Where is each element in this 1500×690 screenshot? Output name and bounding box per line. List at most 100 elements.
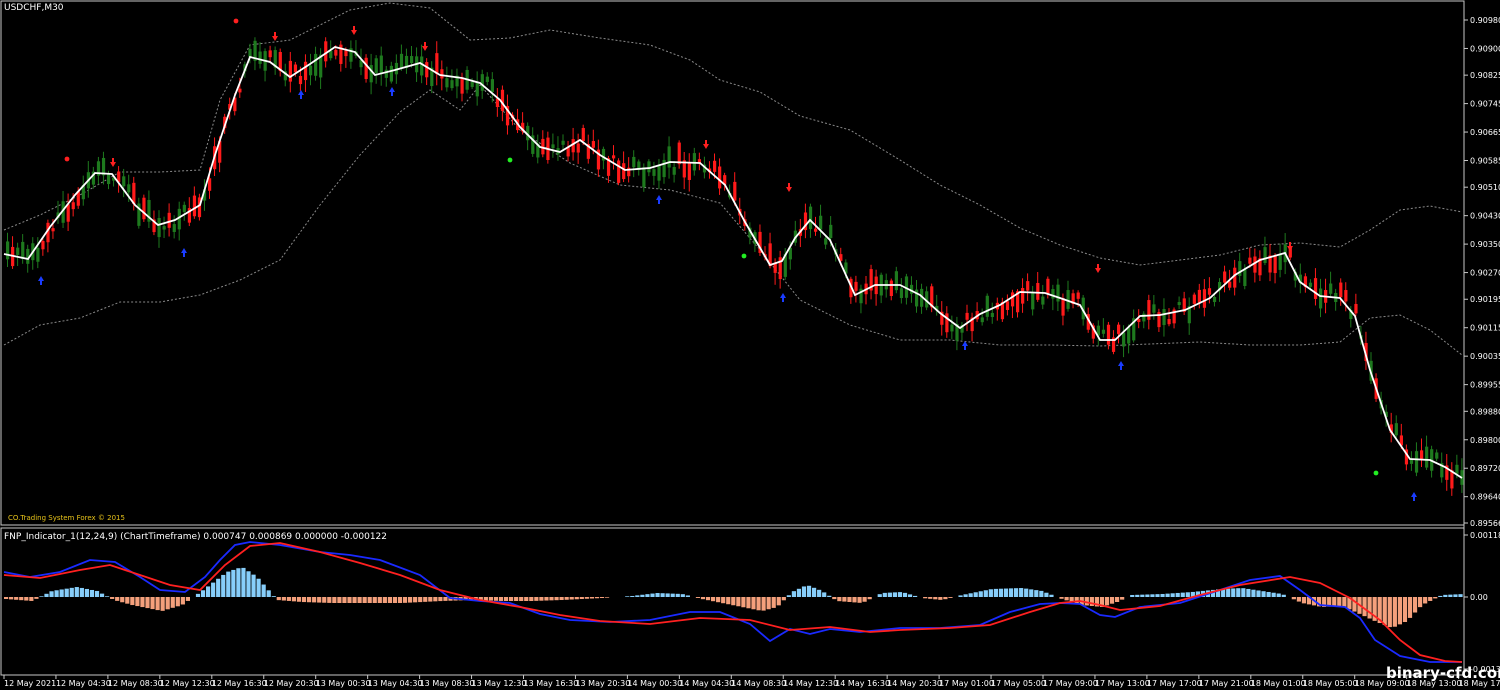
histogram-bar [827, 595, 832, 597]
histogram-bar [837, 597, 842, 602]
histogram-bar [584, 597, 589, 599]
price-tick-label: 0.89880 [1470, 407, 1500, 416]
candle-body [1273, 256, 1277, 274]
histogram-bar [24, 597, 29, 601]
histogram-bar [402, 597, 408, 603]
candle-body [980, 317, 984, 323]
histogram-bar [736, 597, 741, 607]
histogram-bar [206, 586, 211, 597]
histogram-bar [680, 594, 685, 597]
candle-body [990, 312, 994, 318]
histogram-bar [39, 596, 44, 597]
candle-body [814, 228, 818, 232]
histogram-bar [372, 597, 377, 603]
sell-arrow-icon [272, 32, 278, 41]
price-tick-label: 0.90665 [1470, 128, 1500, 137]
histogram-bar [1034, 590, 1039, 597]
histogram-bar [943, 597, 948, 600]
histogram-bar [14, 597, 19, 600]
histogram-bar [1019, 588, 1024, 597]
histogram-bar [695, 597, 701, 598]
histogram-bar [958, 595, 963, 597]
histogram-bar [1382, 597, 1387, 626]
candle-body [950, 324, 954, 332]
time-tick-label: 17 May 17:00 [1147, 679, 1202, 688]
histogram-bar [327, 597, 332, 603]
buy-arrow-icon [656, 195, 662, 204]
candlesticks [6, 37, 1464, 496]
candle-body [182, 204, 186, 212]
buy-arrow-icon [1118, 361, 1124, 370]
histogram-bar [130, 597, 135, 606]
histogram-bar [312, 597, 317, 603]
histogram-bar [519, 597, 524, 601]
candle-body [268, 50, 272, 58]
histogram-bar [968, 593, 973, 597]
candle-body [1152, 304, 1156, 313]
histogram-bar [125, 597, 130, 604]
histogram-bar [887, 592, 892, 597]
histogram-bar [322, 597, 327, 603]
time-tick-label: 17 May 13:00 [1095, 679, 1150, 688]
histogram-bar [1397, 597, 1402, 625]
time-tick-label: 14 May 08:30 [731, 679, 786, 688]
time-tick-label: 14 May 04:30 [679, 679, 734, 688]
histogram-bar [332, 597, 337, 603]
histogram-bar [1448, 594, 1453, 597]
candle-body [16, 247, 20, 255]
time-tick-label: 14 May 00:30 [627, 679, 682, 688]
histogram-bar [1145, 594, 1150, 597]
price-tick-label: 0.90430 [1470, 212, 1500, 221]
sell-arrow-icon [786, 183, 792, 192]
candle-body [460, 77, 464, 94]
candle-body [642, 167, 646, 188]
candle-body [1308, 282, 1313, 287]
candle-body [445, 78, 449, 88]
candle-body [293, 64, 298, 73]
candle-body [6, 241, 10, 260]
histogram-bar [145, 597, 150, 609]
candle-body [647, 161, 651, 173]
candle-body [172, 224, 176, 232]
histogram-bar [907, 594, 913, 597]
candle-body [657, 164, 661, 181]
histogram-bar [397, 597, 403, 603]
candle-body [561, 140, 565, 145]
candle-body [208, 178, 212, 191]
candle-body [167, 212, 171, 228]
time-axis: 12 May 2021 12 May 04:3012 May 08:3012 Ma… [3, 675, 1500, 688]
time-tick-label: 12 May 2021 [4, 679, 56, 688]
histogram-bar [19, 597, 24, 601]
candle-body [899, 288, 904, 299]
histogram-bar [1175, 592, 1180, 597]
histogram-bar [564, 597, 569, 600]
histogram-bar [776, 597, 781, 606]
histogram-bar [1443, 594, 1448, 597]
histogram-bar [630, 595, 635, 597]
candle-body [1010, 292, 1015, 307]
histogram-bar [514, 597, 519, 601]
candle-body [475, 82, 479, 97]
time-tick-label: 18 May 01:00 [1251, 679, 1306, 688]
candle-body [829, 224, 833, 238]
histogram-bar [271, 596, 276, 597]
candle-body [1026, 281, 1030, 291]
histogram-bar [165, 597, 170, 610]
price-tick-label: 0.89955 [1470, 381, 1500, 390]
candle-body [687, 162, 691, 180]
histogram-bar [1003, 588, 1009, 597]
candle-body [51, 228, 55, 232]
price-tick-label: 0.90035 [1470, 352, 1500, 361]
candle-body [718, 166, 722, 189]
histogram-bar [64, 588, 69, 597]
histogram-bar [170, 597, 175, 608]
histogram-bar [1412, 597, 1418, 613]
chart-canvas[interactable]: 0.90980 0.90900 0.90825 0.90745 0.90665 0.905… [0, 0, 1500, 690]
candle-body [733, 181, 737, 201]
histogram-bar [438, 597, 443, 602]
candle-body [157, 217, 161, 238]
price-tick-label: 0.90195 [1470, 295, 1500, 304]
histogram-bar [902, 592, 908, 597]
histogram-bar [291, 597, 297, 602]
candle-body [1354, 303, 1358, 314]
